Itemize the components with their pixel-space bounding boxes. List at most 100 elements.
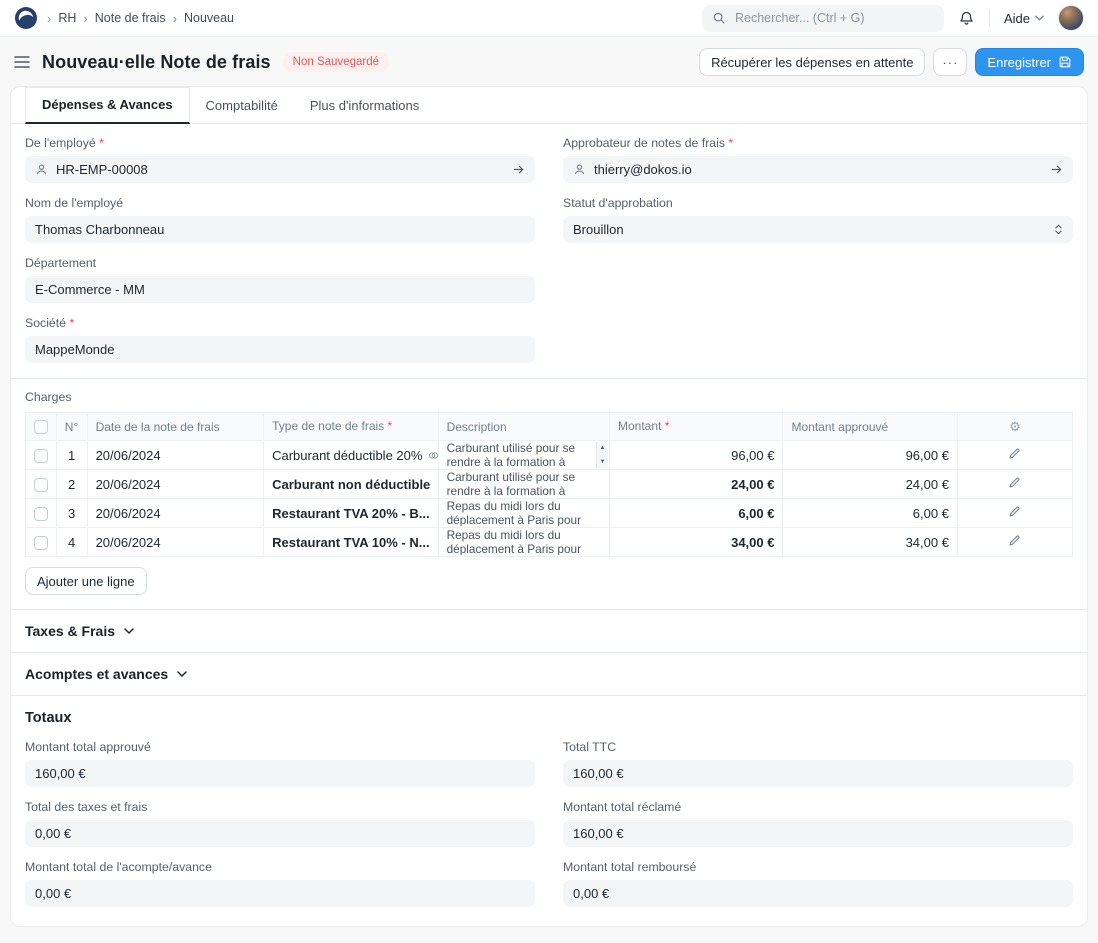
approved-amount-cell[interactable]: 96,00 €: [783, 441, 957, 470]
field-employee-name: Nom de l'employé Thomas Charbonneau: [25, 196, 535, 243]
user-avatar[interactable]: [1058, 5, 1084, 31]
section-acomptes-avances[interactable]: Acomptes et avances: [11, 653, 1087, 696]
field-total-reimbursed: Montant total remboursé 0,00 €: [563, 860, 1073, 907]
total-reimbursed-label: Montant total remboursé: [563, 860, 1073, 875]
amount-cell[interactable]: 6,00 €: [610, 499, 783, 528]
field-company: Société MappeMonde: [25, 316, 535, 363]
chevron-right-icon: ›: [173, 12, 177, 25]
field-approver: Approbateur de notes de frais thierry@do…: [563, 136, 1073, 183]
chevron-down-icon: [177, 671, 187, 677]
department-value: E-Commerce - MM: [35, 282, 145, 297]
employee-link-input[interactable]: HR-EMP-00008: [25, 156, 535, 183]
app-logo-icon[interactable]: [14, 6, 38, 30]
edit-row-cell: [957, 470, 1072, 499]
description-cell[interactable]: Carburant utilisé pour se rendre à la fo…: [438, 470, 609, 499]
edit-row-cell: [957, 441, 1072, 470]
taxes-section-label: Taxes & Frais: [25, 623, 115, 639]
total-approved-value: 160,00 €: [25, 760, 535, 787]
edit-pencil-icon[interactable]: [1008, 447, 1021, 460]
type-cell[interactable]: Restaurant TVA 10% - N...: [264, 528, 438, 557]
col-date: Date de la note de frais: [87, 413, 264, 441]
save-button[interactable]: Enregistrer: [975, 48, 1084, 76]
edit-row-cell: [957, 528, 1072, 557]
description-cell[interactable]: Carburant utilisé pour se rendre à la fo…: [438, 441, 609, 470]
sidebar-toggle-icon[interactable]: [14, 55, 30, 69]
description-cell[interactable]: Repas du midi lors du déplacement à Pari…: [438, 499, 609, 528]
row-index: 2: [56, 470, 87, 499]
company-label: Société: [25, 316, 535, 331]
tab-depenses-avances[interactable]: Dépenses & Avances: [25, 87, 190, 124]
table-header-row: N° Date de la note de frais Type de note…: [26, 413, 1073, 441]
row-checkbox[interactable]: [34, 449, 48, 463]
date-cell[interactable]: 20/06/2024: [87, 470, 264, 499]
user-icon: [35, 163, 48, 176]
field-total-advance: Montant total de l'acompte/avance 0,00 €: [25, 860, 535, 907]
help-menu[interactable]: Aide: [1004, 11, 1044, 26]
edit-pencil-icon[interactable]: [1008, 476, 1021, 489]
chevron-right-icon: ›: [47, 12, 51, 25]
tab-comptabilite[interactable]: Comptabilité: [190, 89, 294, 123]
open-link-arrow-icon[interactable]: [1050, 163, 1063, 176]
approval-status-select[interactable]: Brouillon: [563, 216, 1073, 243]
form-tabs: Dépenses & Avances Comptabilité Plus d'i…: [11, 87, 1087, 124]
date-cell[interactable]: 20/06/2024: [87, 528, 264, 557]
row-checkbox[interactable]: [34, 507, 48, 521]
fetch-pending-expenses-button[interactable]: Récupérer les dépenses en attente: [699, 48, 925, 76]
scroll-down-icon[interactable]: ▼: [600, 456, 606, 468]
total-claimed-label: Montant total réclamé: [563, 800, 1073, 815]
help-label: Aide: [1004, 11, 1030, 26]
approved-amount-cell[interactable]: 24,00 €: [783, 470, 957, 499]
more-actions-button[interactable]: ···: [933, 48, 967, 76]
amount-cell[interactable]: 96,00 €: [610, 441, 783, 470]
breadcrumb-item-rh[interactable]: RH: [58, 11, 76, 25]
field-employee: De l'employé HR-EMP-00008: [25, 136, 535, 183]
col-description: Description: [438, 413, 609, 441]
row-checkbox[interactable]: [34, 478, 48, 492]
scroll-up-icon[interactable]: ▲: [600, 442, 606, 454]
employee-name-input: Thomas Charbonneau: [25, 216, 535, 243]
search-icon: [712, 11, 726, 25]
open-link-arrow-icon[interactable]: [512, 163, 525, 176]
table-row: 4 20/06/2024 Restaurant TVA 10% - N... R…: [26, 528, 1073, 557]
edit-pencil-icon[interactable]: [1008, 505, 1021, 518]
select-all-checkbox[interactable]: [34, 420, 48, 434]
tab-plus-informations[interactable]: Plus d'informations: [294, 89, 435, 123]
date-cell[interactable]: 20/06/2024: [87, 499, 264, 528]
approved-amount-cell[interactable]: 34,00 €: [783, 528, 957, 557]
save-icon: [1058, 55, 1072, 69]
total-taxes-label: Total des taxes et frais: [25, 800, 535, 815]
notifications-bell-icon[interactable]: [958, 10, 975, 27]
department-input: E-Commerce - MM: [25, 276, 535, 303]
approved-amount-cell[interactable]: 6,00 €: [783, 499, 957, 528]
breadcrumb-item-nouveau[interactable]: Nouveau: [184, 11, 234, 25]
section-taxes-frais[interactable]: Taxes & Frais: [11, 610, 1087, 653]
total-ttc-label: Total TTC: [563, 740, 1073, 755]
total-reimbursed-value: 0,00 €: [563, 880, 1073, 907]
field-total-taxes: Total des taxes et frais 0,00 €: [25, 800, 535, 847]
approver-link-input[interactable]: thierry@dokos.io: [563, 156, 1073, 183]
amount-cell[interactable]: 24,00 €: [610, 470, 783, 499]
breadcrumb: › RH › Note de frais › Nouveau: [47, 11, 234, 25]
search-input[interactable]: [733, 10, 934, 26]
edit-pencil-icon[interactable]: [1008, 534, 1021, 547]
user-icon: [573, 163, 586, 176]
type-cell[interactable]: Carburant déductible 20%: [264, 441, 438, 470]
page-header: Nouveau·elle Note de frais Non Sauvegard…: [0, 37, 1098, 86]
row-index: 1: [56, 441, 87, 470]
cell-scrollbar[interactable]: ▲ ▼: [596, 442, 608, 468]
total-advance-value: 0,00 €: [25, 880, 535, 907]
type-cell[interactable]: Carburant non déductible: [264, 470, 438, 499]
add-row-button[interactable]: Ajouter une ligne: [25, 567, 147, 595]
field-approval-status: Statut d'approbation Brouillon: [563, 196, 1073, 243]
date-cell[interactable]: 20/06/2024: [87, 441, 264, 470]
amount-cell[interactable]: 34,00 €: [610, 528, 783, 557]
breadcrumb-item-note-de-frais[interactable]: Note de frais: [95, 11, 166, 25]
type-cell[interactable]: Restaurant TVA 20% - B...: [264, 499, 438, 528]
approver-label: Approbateur de notes de frais: [563, 136, 1073, 151]
gear-icon[interactable]: ⚙: [1009, 419, 1021, 434]
global-search[interactable]: [702, 5, 944, 32]
description-cell[interactable]: Repas du midi lors du déplacement à Pari…: [438, 528, 609, 557]
employee-label: De l'employé: [25, 136, 535, 151]
row-checkbox[interactable]: [34, 536, 48, 550]
charges-table: N° Date de la note de frais Type de note…: [25, 412, 1073, 557]
